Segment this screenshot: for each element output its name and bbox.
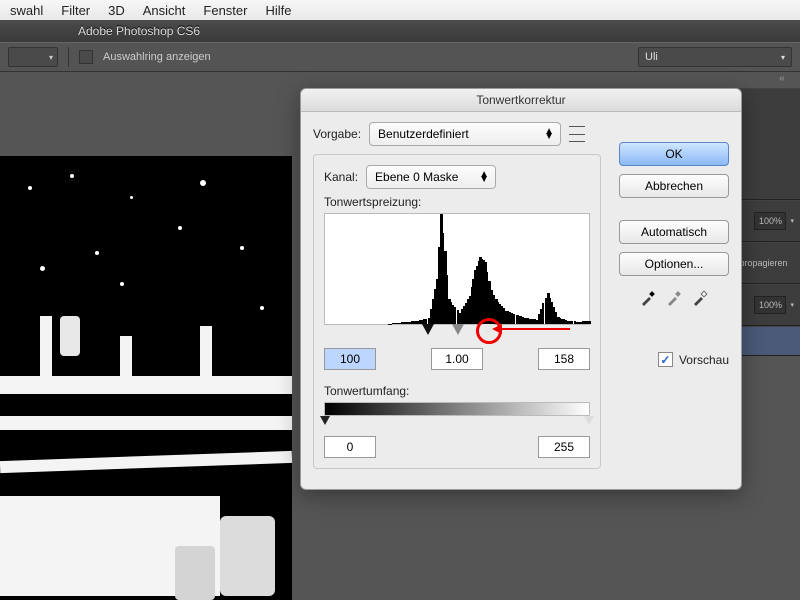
output-black-slider[interactable] (320, 416, 330, 425)
levels-dialog: Tonwertkorrektur Vorgabe: Benutzerdefini… (300, 88, 742, 490)
pixel (70, 174, 74, 178)
input-slider-track[interactable] (324, 324, 590, 340)
input-levels-label: Tonwertspreizung: (324, 195, 421, 209)
image-shape (120, 336, 132, 376)
options-bar: ▾ Auswahlring anzeigen Uli ▾ (0, 42, 800, 72)
pixel (130, 196, 133, 199)
panel-collapse-icon[interactable]: « (768, 73, 796, 87)
input-white-field[interactable]: 158 (538, 348, 590, 370)
eyedropper-gray-icon[interactable] (666, 290, 682, 306)
channel-value: Ebene 0 Maske (375, 170, 458, 184)
menu-item[interactable]: swahl (10, 3, 43, 18)
menu-item[interactable]: Filter (61, 3, 90, 18)
fill-value[interactable]: 100% (754, 296, 786, 314)
document-canvas[interactable] (0, 156, 292, 600)
eyedropper-black-icon[interactable] (640, 290, 656, 306)
preset-menu-icon[interactable] (569, 123, 585, 145)
pixel (40, 266, 45, 271)
input-levels-group: Kanal: Ebene 0 Maske ▲▼ Tonwertspreizung… (313, 154, 601, 469)
pixel (178, 226, 182, 230)
chevron-updown-icon: ▲▼ (544, 129, 552, 139)
eyedropper-white-icon[interactable] (692, 290, 708, 306)
image-shape (0, 376, 292, 394)
menu-item[interactable]: Fenster (203, 3, 247, 18)
cancel-button[interactable]: Abbrechen (619, 174, 729, 198)
preview-label: Vorschau (679, 353, 729, 367)
dialog-title: Tonwertkorrektur (301, 89, 741, 112)
histogram (324, 213, 590, 325)
opacity-value[interactable]: 100% (754, 212, 786, 230)
input-gamma-field[interactable]: 1.00 (431, 348, 483, 370)
workspace-combo[interactable]: Uli ▾ (638, 47, 792, 67)
output-gradient (324, 402, 590, 416)
mac-menubar[interactable]: swahl Filter 3D Ansicht Fenster Hilfe (0, 0, 800, 21)
preset-value: Benutzerdefiniert (378, 127, 469, 141)
output-levels-label: Tonwertumfang: (324, 384, 590, 398)
workspace-value: Uli (645, 51, 658, 63)
auto-button[interactable]: Automatisch (619, 220, 729, 244)
pixel (120, 282, 124, 286)
app-title: Adobe Photoshop CS6 (78, 24, 200, 38)
preset-label: Vorgabe: (313, 127, 361, 141)
output-white-field[interactable]: 255 (538, 436, 590, 458)
highlight-arrow-annotation (500, 328, 570, 330)
pixel (260, 306, 264, 310)
image-shape (175, 546, 215, 600)
output-white-slider[interactable] (584, 416, 594, 425)
app-titlebar: Adobe Photoshop CS6 (0, 20, 800, 42)
image-shape (200, 326, 212, 376)
chevron-updown-icon: ▲▼ (479, 172, 487, 182)
options-button[interactable]: Optionen... (619, 252, 729, 276)
pixel (28, 186, 32, 190)
menu-item[interactable]: Hilfe (265, 3, 291, 18)
midtone-slider[interactable] (452, 324, 464, 335)
selection-ring-label: Auswahlring anzeigen (103, 51, 211, 63)
menu-item[interactable]: 3D (108, 3, 125, 18)
image-shape (40, 316, 52, 376)
image-shape (220, 516, 275, 596)
channel-label: Kanal: (324, 170, 358, 184)
output-slider-track[interactable] (324, 416, 590, 428)
menu-item[interactable]: Ansicht (143, 3, 186, 18)
tool-preset-combo[interactable]: ▾ (8, 47, 58, 67)
output-black-field[interactable]: 0 (324, 436, 376, 458)
ok-button[interactable]: OK (619, 142, 729, 166)
black-point-slider[interactable] (422, 324, 434, 335)
pixel (200, 180, 206, 186)
image-shape (0, 416, 292, 430)
selection-ring-checkbox[interactable] (79, 50, 93, 64)
divider (68, 47, 69, 67)
channel-combo[interactable]: Ebene 0 Maske ▲▼ (366, 165, 496, 189)
preview-checkbox[interactable]: ✓ (658, 352, 673, 367)
image-shape (60, 316, 80, 356)
preset-combo[interactable]: Benutzerdefiniert ▲▼ (369, 122, 561, 146)
input-black-field[interactable]: 100 (324, 348, 376, 370)
pixel (240, 246, 244, 250)
image-shape (0, 451, 292, 473)
pixel (95, 251, 99, 255)
